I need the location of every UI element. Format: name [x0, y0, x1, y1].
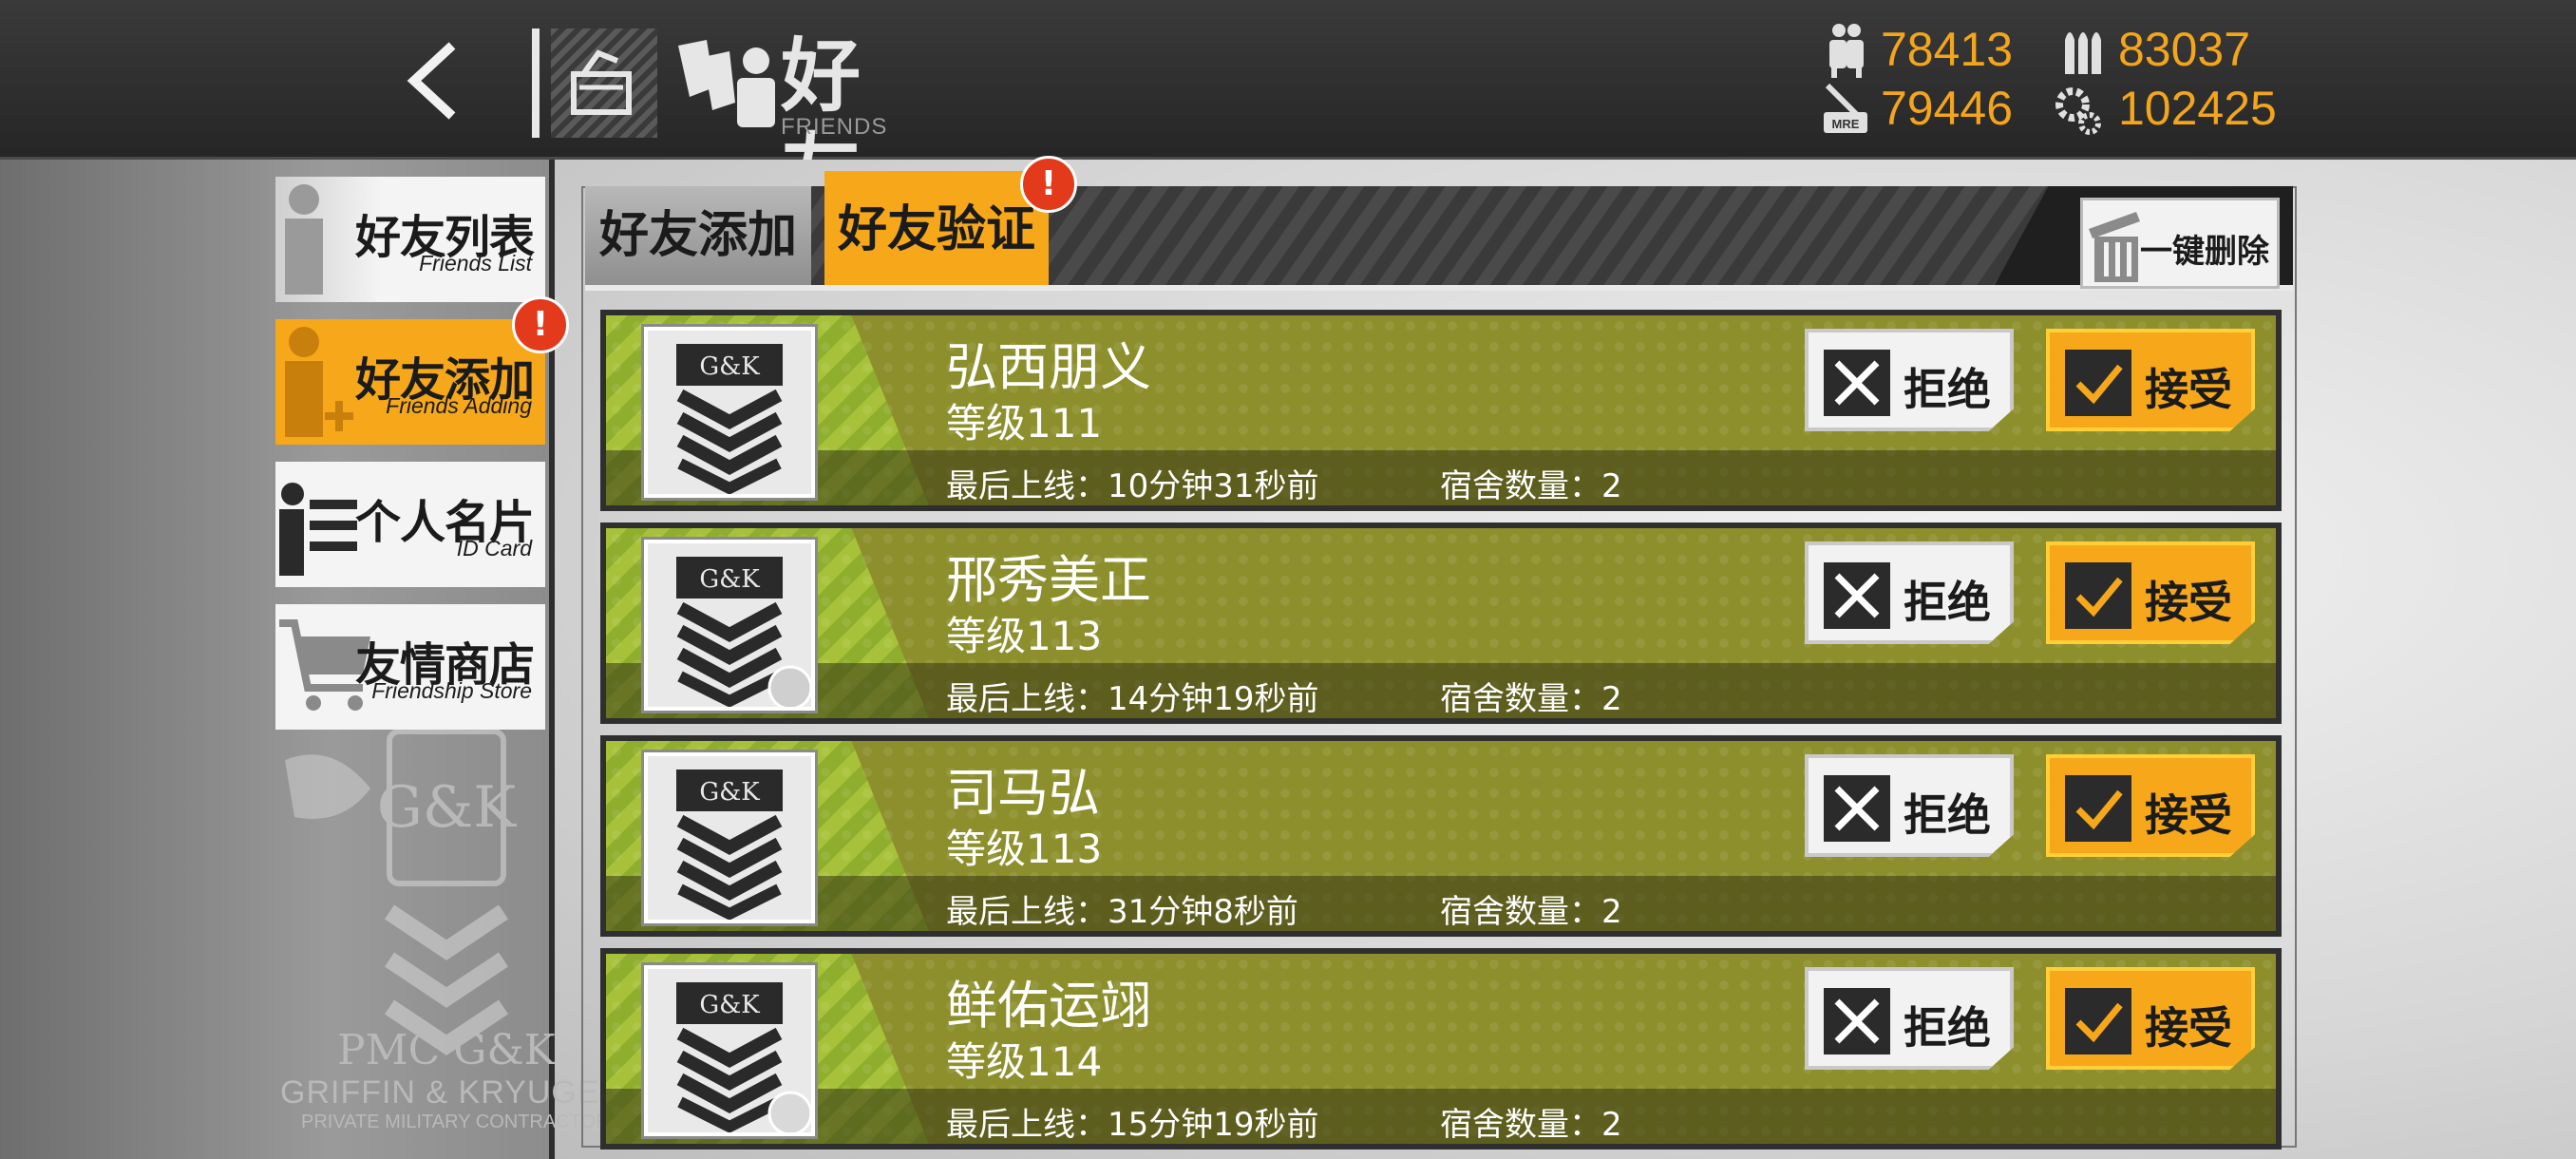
accept-button[interactable]: 接受 [2046, 542, 2255, 644]
tab-strip-underline [585, 285, 2293, 291]
delete-all-button[interactable]: 一键删除 [2080, 198, 2280, 289]
avatar[interactable]: G&K [644, 752, 815, 923]
delete-all-label: 一键删除 [2140, 233, 2269, 271]
last-online: 最后上线：10分钟31秒前 [946, 467, 1319, 505]
reject-button[interactable]: 拒绝 [1805, 542, 2014, 644]
reject-label: 拒绝 [1904, 1002, 1991, 1054]
manpower-value: 78413 [1881, 23, 2014, 76]
dorm-count: 宿舍数量：2 [1440, 467, 1622, 505]
resource-manpower: 78413 [1820, 21, 2029, 78]
accept-button[interactable]: 接受 [2046, 967, 2255, 1070]
last-online: 最后上线：15分钟19秒前 [946, 1106, 1319, 1144]
check-icon [2065, 562, 2131, 629]
reject-button[interactable]: 拒绝 [1805, 754, 2014, 857]
sidebar-item-friends-adding[interactable]: 好友添加 Friends Adding [275, 319, 545, 445]
watermark-text: PMC G&K GRIFFIN & KRYUGER PRIVATE MILITA… [280, 1026, 624, 1133]
sidebar-item-id-card[interactable]: 个人名片 ID Card [275, 462, 545, 587]
ammo-icon [2065, 32, 2101, 74]
gk-badge-icon: G&K [676, 344, 783, 495]
watermark-line3: PRIVATE MILITARY CONTRACTOR [301, 1112, 610, 1132]
title-divider [532, 28, 540, 138]
resource-parts: 102425 [2052, 80, 2289, 137]
dorm-count: 宿舍数量：2 [1440, 1106, 1622, 1144]
sidebar-item-friends-list[interactable]: 好友列表 Friends List [275, 177, 545, 302]
tab-friends-adding[interactable]: 好友添加 [585, 186, 811, 285]
watermark-line2: GRIFFIN & KRYUGER [280, 1074, 625, 1111]
manpower-icon [1829, 24, 1864, 78]
rations-icon: MRE [1824, 83, 1867, 133]
friend-request-card: G&K 鲜佑运翊 等级114 最后上线：15分钟19秒前 宿舍数量：2 拒绝 接… [600, 948, 2282, 1150]
reject-label: 拒绝 [1904, 364, 1991, 415]
svg-text:G&K: G&K [699, 778, 760, 807]
close-icon [1824, 562, 1890, 629]
reject-button[interactable]: 拒绝 [1805, 967, 2014, 1070]
reject-button[interactable]: 拒绝 [1805, 329, 2014, 431]
sidebar-item-sublabel: Friends Adding [386, 393, 532, 418]
back-button[interactable] [399, 38, 465, 124]
friend-request-card: G&K 弘西朋义 等级111 最后上线：10分钟31秒前 宿舍数量：2 拒绝 接… [600, 310, 2282, 511]
resource-ammo: 83037 [2057, 21, 2276, 78]
close-icon [1824, 350, 1890, 416]
friend-name: 司马弘 [946, 763, 1100, 823]
sidebar-notification-badge: ! [512, 296, 569, 353]
dorm-count: 宿舍数量：2 [1440, 680, 1622, 718]
friend-level: 等级114 [946, 1038, 1103, 1085]
close-icon [1824, 988, 1890, 1054]
accept-label: 接受 [2145, 789, 2232, 841]
chevron-left-icon [407, 42, 456, 120]
accept-label: 接受 [2145, 364, 2232, 415]
title-hatch-decoration [551, 28, 657, 138]
check-icon [2065, 350, 2131, 416]
rations-value: 79446 [1881, 82, 2014, 135]
accept-label: 接受 [2145, 577, 2232, 628]
friend-name: 鲜佑运翊 [946, 976, 1151, 1036]
last-online: 最后上线：14分钟19秒前 [946, 680, 1319, 718]
rations-icon-label: MRE [1832, 117, 1860, 131]
resource-rations: MRE 79446 [1820, 80, 2029, 137]
parts-icon [2055, 87, 2101, 135]
parts-value: 102425 [2118, 82, 2277, 135]
last-online: 最后上线：31分钟8秒前 [946, 893, 1298, 931]
friend-level: 等级111 [946, 400, 1103, 446]
friend-request-card: G&K 司马弘 等级113 最后上线：31分钟8秒前 宿舍数量：2 拒绝 接受 [600, 735, 2282, 937]
megaphone-icon [571, 49, 632, 115]
gk-badge-icon: G&K [676, 770, 783, 921]
check-icon [2065, 775, 2131, 842]
friend-level: 等级113 [946, 826, 1103, 872]
accept-label: 接受 [2145, 1002, 2232, 1054]
svg-text:G&K: G&K [377, 774, 517, 841]
avatar[interactable]: G&K [644, 965, 815, 1136]
friend-request-card: G&K 邢秀美正 等级113 最后上线：14分钟19秒前 宿舍数量：2 拒绝 接… [600, 522, 2282, 724]
close-icon [1824, 775, 1890, 842]
friend-name: 邢秀美正 [946, 550, 1151, 610]
tab-notification-badge: ! [1020, 156, 1077, 213]
gk-badge-icon: G&K [676, 557, 813, 711]
tab-friends-verification[interactable]: 好友验证 [824, 171, 1049, 285]
accept-button[interactable]: 接受 [2046, 754, 2255, 857]
sidebar-item-sublabel: ID Card [456, 536, 532, 560]
page-subtitle: FRIENDS [781, 114, 888, 140]
friend-level: 等级113 [946, 613, 1103, 659]
svg-text:G&K: G&K [699, 352, 760, 381]
svg-text:G&K: G&K [699, 565, 760, 594]
reject-label: 拒绝 [1904, 577, 1991, 628]
friend-name: 弘西朋义 [946, 337, 1151, 397]
friends-icon [678, 40, 775, 127]
dorm-count: 宿舍数量：2 [1440, 893, 1622, 931]
avatar[interactable]: G&K [644, 327, 815, 498]
reject-label: 拒绝 [1904, 789, 1991, 841]
accept-button[interactable]: 接受 [2046, 329, 2255, 431]
sidebar-item-friendship-store[interactable]: 友情商店 Friendship Store [275, 604, 545, 730]
sidebar-item-sublabel: Friendship Store [371, 678, 532, 703]
svg-text:G&K: G&K [699, 991, 760, 1019]
gk-badge-icon: G&K [676, 982, 813, 1136]
sidebar-item-sublabel: Friends List [419, 251, 532, 276]
avatar[interactable]: G&K [644, 540, 815, 711]
check-icon [2065, 988, 2131, 1054]
ammo-value: 83037 [2118, 23, 2251, 76]
top-bar: 好友 FRIENDS 78413 83037 MRE 79446 102 [0, 0, 2576, 218]
